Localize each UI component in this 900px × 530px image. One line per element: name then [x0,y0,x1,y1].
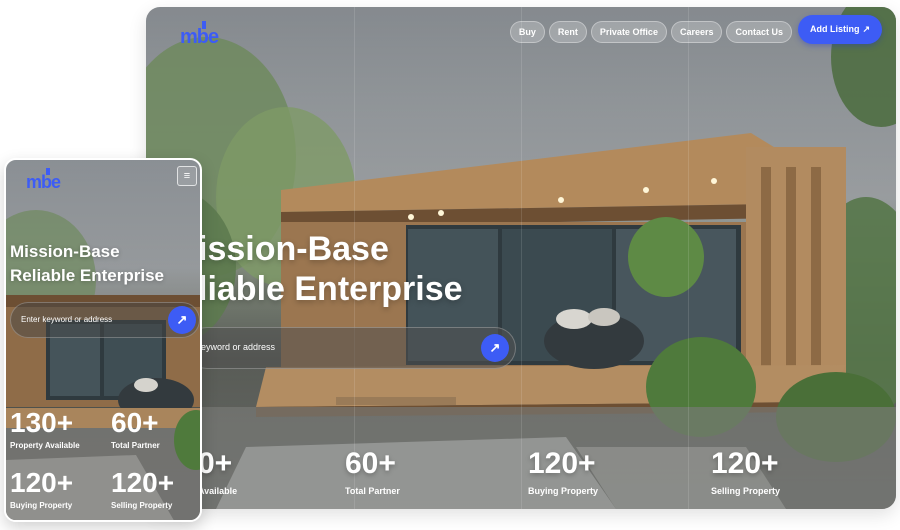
stat-buying-property: 120+ Buying Property [528,447,598,496]
brand-logo[interactable]: mbe [26,168,72,192]
nav-item-buy[interactable]: Buy [509,21,545,43]
stat-value: 60+ [111,407,159,438]
search-input[interactable]: Enter keyword or address [21,315,112,324]
stat-total-partner: 60+ Total Partner [111,407,160,451]
search-bar[interactable]: eyword or address ↗ [186,327,516,369]
stat-label: Buying Property [528,486,599,496]
stat-value: 120+ [528,447,596,480]
nav-item-private-office[interactable]: Private Office [590,21,667,43]
add-listing-button[interactable]: Add Listing ↗ [797,15,882,44]
stat-label: Selling Property [111,501,173,510]
hero-title-line2: liable Enterprise [198,270,463,308]
hero-title: Mission-Base Reliable Enterprise [10,240,164,288]
stat-value: 0+ [198,447,233,480]
stat-label: Total Partner [345,486,400,496]
brand-logo[interactable]: mbe [180,21,230,47]
stat-total-partner: 60+ Total Partner [345,447,400,496]
stat-property-available: 0+ Available [198,447,237,496]
arrow-up-right-icon: ↗ [489,340,501,355]
stat-buying-property: 120+ Buying Property [10,467,74,511]
hero-title-line1: ission-Base [198,230,389,268]
desktop-mockup: mbe Buy Rent Private Office Careers Cont… [146,7,896,509]
search-submit-button[interactable]: ↗ [168,306,196,334]
svg-text:mbe: mbe [180,26,219,47]
stat-property-available: 130+ Property Available [10,407,80,451]
stat-label: Total Partner [111,441,160,450]
nav-item-contact-us[interactable]: Contact Us [726,21,792,43]
main-nav: Buy Rent Private Office Careers Contact … [509,21,792,43]
stat-selling-property: 120+ Selling Property [711,447,780,496]
search-bar[interactable]: Enter keyword or address ↗ [10,302,200,338]
stat-value: 120+ [10,467,74,498]
stat-selling-property: 120+ Selling Property [111,467,175,511]
mobile-mockup: mbe ≡ Mission-Base Reliable Enterprise E… [4,158,202,522]
arrow-up-right-icon: ↗ [862,24,870,34]
hero-title-line1: Mission-Base [10,242,120,261]
stat-label: Buying Property [10,501,73,510]
search-submit-button[interactable]: ↗ [481,334,509,362]
hero-title: ission-Base liable Enterprise [198,229,463,309]
hero-title-line2: Reliable Enterprise [10,266,165,285]
showcase: mbe Buy Rent Private Office Careers Cont… [0,0,900,530]
stat-value: 120+ [111,467,175,498]
add-listing-label: Add Listing [809,24,860,34]
stat-value: 60+ [345,447,396,480]
nav-item-careers[interactable]: Careers [670,21,723,43]
grid-divider [521,7,522,509]
nav-item-rent[interactable]: Rent [548,21,587,43]
stat-value: 130+ [10,407,74,438]
grid-divider [688,7,689,509]
stat-label: Available [198,486,238,496]
search-input[interactable]: eyword or address [201,342,275,352]
svg-text:mbe: mbe [26,172,61,192]
stat-label: Selling Property [711,486,781,496]
hamburger-menu-icon[interactable]: ≡ [177,166,197,186]
arrow-up-right-icon: ↗ [176,312,188,327]
stat-label: Property Available [10,441,80,450]
stat-value: 120+ [711,447,779,480]
